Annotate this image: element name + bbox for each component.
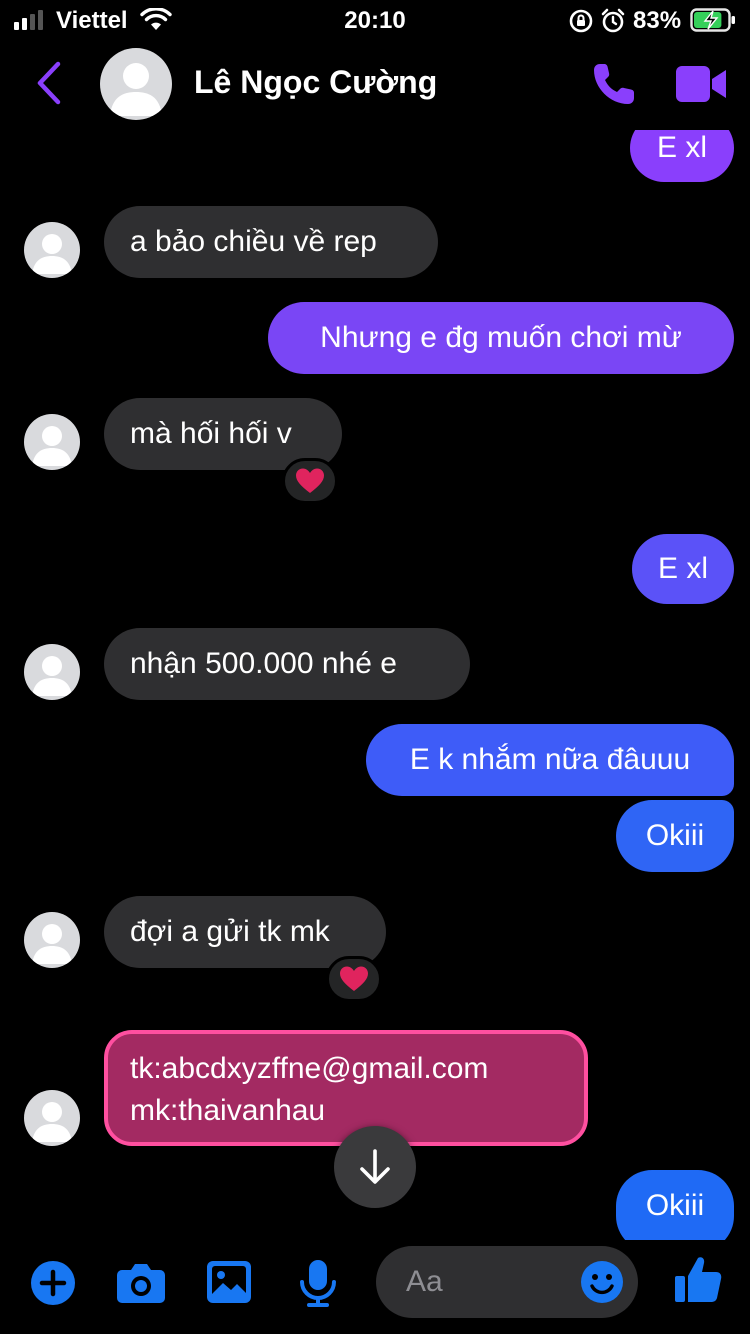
heart-icon (340, 966, 368, 991)
emoji-icon[interactable] (580, 1260, 624, 1304)
phone-call-icon[interactable] (590, 60, 638, 108)
sender-avatar[interactable] (24, 644, 80, 700)
message-outgoing[interactable]: E k nhắm nữa đâuuu (366, 724, 734, 796)
credential-line-account: tk:abcdxyzffne@gmail.com (130, 1052, 489, 1085)
message-outgoing[interactable]: Okiii (616, 800, 734, 872)
sender-avatar[interactable] (24, 912, 80, 968)
sender-avatar[interactable] (24, 414, 80, 470)
contact-name[interactable]: Lê Ngọc Cường (194, 64, 437, 101)
image-icon[interactable] (206, 1260, 252, 1304)
message-input-field[interactable] (376, 1246, 638, 1318)
scroll-to-bottom-button[interactable] (334, 1126, 416, 1208)
credential-line-password: mk:thaivanhau (130, 1094, 326, 1127)
heart-reaction[interactable] (282, 458, 338, 504)
message-list[interactable]: E xl a bảo chiều về rep Nhưng e đg muốn … (0, 0, 750, 1252)
video-call-icon[interactable] (674, 64, 728, 104)
message-incoming[interactable]: a bảo chiều về rep (104, 206, 438, 278)
arrow-down-icon (360, 1149, 390, 1184)
thumbs-up-icon[interactable] (674, 1254, 722, 1304)
message-incoming[interactable]: nhận 500.000 nhé e (104, 628, 470, 700)
message-outgoing[interactable]: E xl (632, 534, 734, 604)
composer-bar (0, 1240, 750, 1334)
conversation-header: Lê Ngọc Cường (0, 40, 750, 130)
camera-icon[interactable] (116, 1262, 166, 1304)
back-chevron-icon[interactable] (34, 60, 64, 106)
microphone-icon[interactable] (298, 1258, 338, 1308)
message-outgoing[interactable]: Nhưng e đg muốn chơi mừ (268, 302, 734, 374)
heart-reaction[interactable] (326, 956, 382, 1002)
message-input[interactable] (406, 1262, 566, 1302)
sender-avatar[interactable] (24, 222, 80, 278)
contact-avatar[interactable] (100, 48, 172, 120)
sender-avatar[interactable] (24, 1090, 80, 1146)
heart-icon (296, 468, 324, 493)
plus-icon[interactable] (30, 1260, 76, 1306)
credentials-message[interactable]: tk:abcdxyzffne@gmail.com mk:thaivanhau (104, 1030, 588, 1146)
